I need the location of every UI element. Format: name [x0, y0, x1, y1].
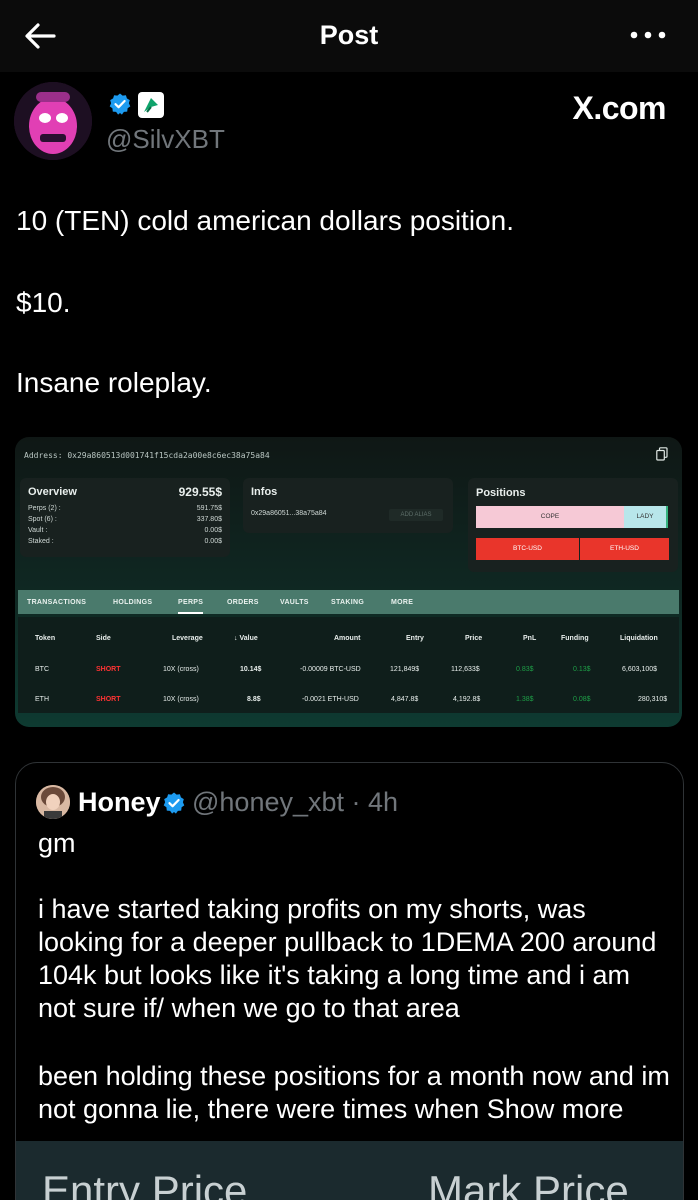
cell-pnl: 0.83$	[516, 666, 534, 673]
cell-value: 8.8$	[247, 696, 261, 703]
add-alias-button[interactable]: ADD ALIAS	[389, 509, 443, 521]
overview-label: Staked :	[28, 538, 54, 545]
show-more-link[interactable]: Show more	[487, 1094, 624, 1124]
overview-value: 0.00$	[204, 527, 222, 534]
overview-value: 337.80$	[196, 516, 222, 523]
tab-orders[interactable]: ORDERS	[227, 590, 259, 614]
overview-title: Overview	[28, 486, 77, 498]
overview-value: 591.75$	[196, 505, 222, 512]
attached-image[interactable]: Address: 0x29a860513d001741f15cda2a00e8c…	[15, 437, 682, 727]
column-header: PnL	[523, 635, 537, 642]
cell-value: 10.14$	[240, 666, 262, 673]
perps-table: Token Side Leverage ↓ Value Amount Entry…	[18, 617, 679, 713]
tab-perps[interactable]: PERPS	[178, 590, 204, 614]
tab-vaults[interactable]: VAULTS	[280, 590, 309, 614]
quote-handle-time: @honey_xbt · 4h	[192, 787, 399, 817]
affiliate-badge-icon[interactable]	[138, 92, 164, 118]
cell-entry: 121,849$	[390, 666, 420, 673]
tab-holdings[interactable]: HOLDINGS	[113, 590, 152, 614]
cell-leverage: 10X (cross)	[163, 666, 199, 673]
cell-funding: 0.08$	[573, 696, 591, 703]
author-badges	[108, 92, 164, 118]
cell-price: 112,633$	[451, 666, 480, 673]
quote-line: been holding these positions for a month…	[38, 1060, 678, 1126]
verified-badge-icon	[109, 93, 131, 115]
quote-author-name[interactable]: Honey	[78, 787, 161, 818]
eth-position-bar: ETH-USD	[580, 538, 669, 560]
infos-card: Infos 0x29a86051...38a75a84 ADD ALIAS	[243, 478, 453, 533]
quote-image[interactable]: Entry Price Mark Price	[16, 1141, 683, 1200]
image-label: Entry Price	[42, 1167, 248, 1200]
overview-total: 929.55$	[178, 485, 222, 499]
column-header: Amount	[334, 635, 361, 642]
cell-entry: 4,847.8$	[391, 696, 419, 703]
infos-title: Infos	[251, 486, 278, 498]
column-header: Liquidation	[620, 635, 658, 642]
infos-address: 0x29a86051...38a75a84	[251, 510, 327, 517]
post-line: 10 (TEN) cold american dollars position.	[16, 205, 514, 236]
author-avatar[interactable]	[14, 82, 92, 160]
tab-staking[interactable]: STAKING	[331, 590, 364, 614]
positions-title: Positions	[476, 487, 526, 499]
post-line: Insane roleplay.	[16, 367, 212, 398]
top-bar: Post	[0, 0, 698, 72]
lady-bar: LADY	[624, 506, 668, 528]
cell-price: 4,192.8$	[453, 696, 481, 703]
cell-side: SHORT	[96, 666, 121, 673]
cell-token: BTC	[35, 666, 49, 673]
overview-label: Perps (2) :	[28, 505, 61, 512]
cope-bar: COPE	[476, 506, 624, 528]
more-options-icon[interactable]	[628, 28, 668, 42]
column-header[interactable]: ↓ Value	[234, 635, 258, 642]
post-line: $10.	[16, 287, 71, 318]
quoted-post[interactable]: Honey @honey_xbt · 4h gm i have started …	[15, 762, 684, 1200]
avatar-image	[36, 785, 70, 819]
column-header: Price	[465, 635, 483, 642]
overview-card: Overview 929.55$ Perps (2) : 591.75$ Spo…	[20, 478, 230, 557]
image-label: Mark Price	[428, 1167, 629, 1200]
btc-position-bar: BTC-USD	[476, 538, 579, 560]
tab-more[interactable]: MORE	[391, 590, 413, 614]
column-header: Side	[96, 635, 111, 642]
quote-line: gm	[38, 828, 76, 858]
overview-value: 0.00$	[204, 538, 222, 545]
cell-pnl: 1.38$	[516, 696, 534, 703]
wallet-address: Address: 0x29a860513d001741f15cda2a00e8c…	[24, 451, 270, 460]
cell-funding: 0.13$	[573, 666, 591, 673]
cell-token: ETH	[35, 696, 49, 703]
cell-amount: -0.0021 ETH-USD	[302, 696, 359, 703]
column-header: Funding	[561, 635, 589, 642]
source-badge: X.com	[572, 90, 666, 126]
cell-side: SHORT	[96, 696, 121, 703]
cell-leverage: 10X (cross)	[163, 696, 199, 703]
column-header: Token	[35, 635, 56, 642]
cell-amount: -0.00009 BTC-USD	[300, 666, 361, 673]
tab-transactions[interactable]: TRANSACTIONS	[27, 590, 86, 614]
tab-bar: TRANSACTIONS HOLDINGS PERPS ORDERS VAULT…	[18, 590, 679, 614]
column-header: Leverage	[172, 635, 203, 642]
avatar-image	[14, 82, 92, 160]
page-title: Post	[319, 20, 379, 50]
cell-liquidation: 6,603,100$	[622, 666, 658, 673]
copy-icon	[656, 447, 668, 461]
positions-card: Positions COPE LADY BTC-USD ETH-USD	[468, 478, 678, 572]
quote-line: i have started taking profits on my shor…	[38, 894, 657, 1023]
overview-label: Spot (6) :	[28, 516, 57, 523]
author-handle[interactable]: @SilvXBT	[106, 124, 225, 155]
cell-liquidation: 280,310$	[638, 696, 668, 703]
quote-author-avatar[interactable]	[36, 785, 70, 819]
column-header: Entry	[406, 635, 424, 642]
verified-badge-icon	[163, 792, 185, 814]
overview-label: Vault :	[28, 527, 48, 534]
